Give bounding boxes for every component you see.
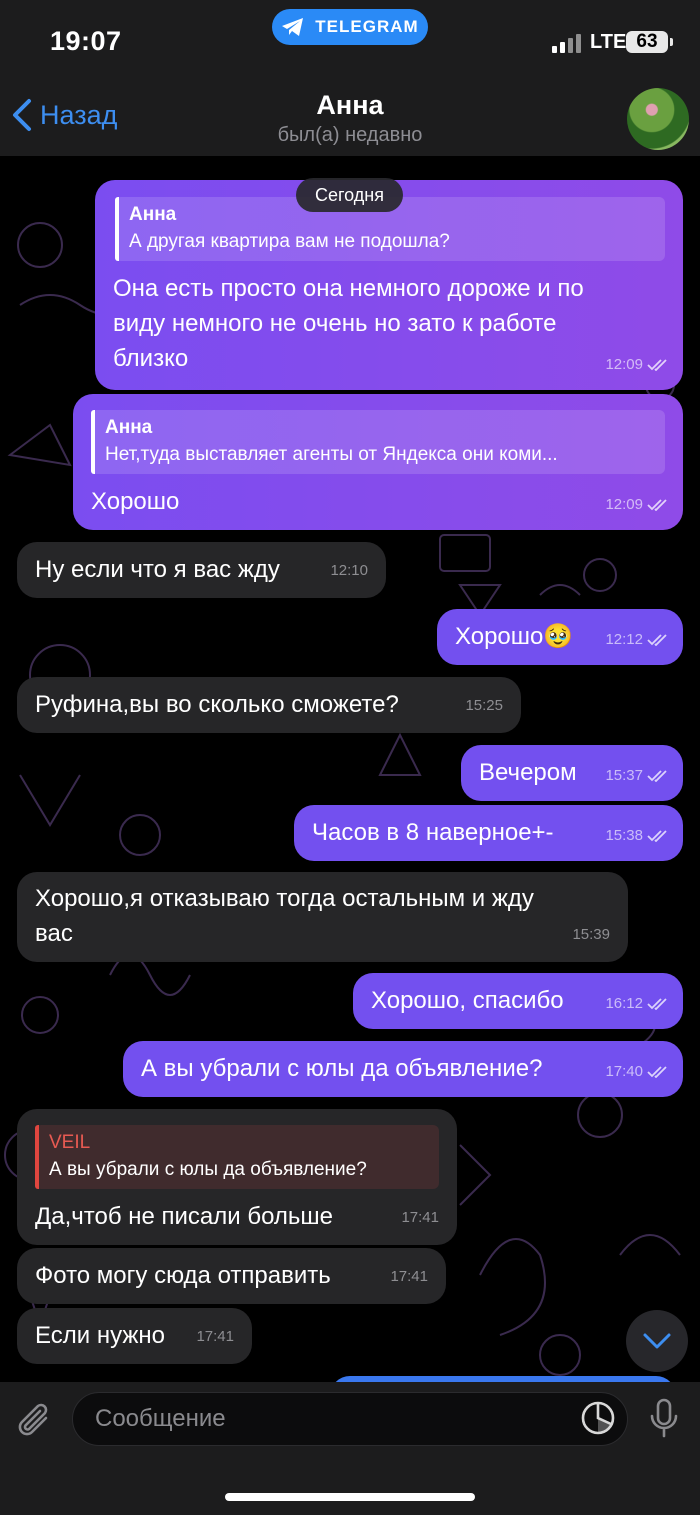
reply-text: А другая квартира вам не подошла?	[129, 231, 450, 252]
message-text: Руфина,вы во сколько сможете?	[35, 691, 399, 718]
message-meta: 15:39	[572, 917, 610, 952]
message-time: 17:41	[401, 1209, 439, 1226]
message-bubble-outgoing[interactable]: Хорошо🥹 12:12	[437, 609, 683, 665]
double-check-icon	[647, 829, 667, 842]
telegram-pill-label: TELEGRAM	[315, 17, 419, 36]
message-bubble-incoming[interactable]: Фото могу сюда отправить 17:41	[17, 1248, 446, 1304]
message-meta: 17:41	[196, 1319, 234, 1354]
status-bar: 19:07 TELEGRAM LTE 63	[0, 0, 700, 88]
date-separator: Сегодня	[296, 178, 403, 212]
message-time: 12:09	[605, 356, 643, 373]
home-indicator	[225, 1493, 475, 1501]
message-text: Хорошо🥹	[455, 623, 574, 650]
message-bubble-incoming[interactable]: Если нужно 17:41	[17, 1308, 252, 1364]
message-time: 15:38	[605, 827, 643, 844]
sticker-icon	[581, 1401, 615, 1435]
avatar[interactable]	[627, 88, 689, 150]
message-time: 15:39	[572, 926, 610, 943]
mic-button[interactable]	[648, 1398, 680, 1445]
message-meta: 17:41	[401, 1200, 439, 1235]
message-bubble-incoming[interactable]: Руфина,вы во сколько сможете? 15:25	[17, 677, 521, 733]
back-button[interactable]: Назад	[12, 98, 117, 132]
scroll-down-button[interactable]	[626, 1310, 688, 1372]
double-check-icon	[647, 769, 667, 782]
reply-author: VEIL	[49, 1132, 91, 1153]
message-line: виду немного не очень но зато к работе	[113, 310, 557, 337]
message-meta: 16:12	[605, 986, 669, 1021]
message-text: А вы убрали с юлы да объявление?	[141, 1055, 543, 1082]
message-meta: 15:38	[605, 818, 669, 853]
message-text: Да,чтоб не писали больше	[35, 1203, 334, 1230]
double-check-icon	[647, 997, 667, 1010]
message-text: Если нужно	[35, 1322, 165, 1349]
message-line: близко	[113, 345, 189, 372]
chat-header: Анна был(а) недавно Назад	[0, 88, 700, 156]
message-time: 17:41	[196, 1328, 234, 1345]
message-meta: 12:09	[605, 487, 669, 522]
battery-icon: 63	[626, 31, 673, 53]
message-text: Ну если что я вас жду	[35, 556, 280, 583]
double-check-icon	[647, 1065, 667, 1078]
back-label: Назад	[40, 99, 118, 130]
message-text: Вечером	[479, 759, 577, 786]
message-text: Часов в 8 наверное+-	[312, 819, 554, 846]
message-text: Хорошо	[91, 488, 180, 515]
message-bubble-outgoing[interactable]: Анна Нет,туда выставляет агенты от Яндек…	[73, 394, 683, 530]
message-time: 12:10	[330, 562, 368, 579]
message-input[interactable]: Сообщение	[72, 1392, 628, 1446]
double-check-icon	[647, 358, 667, 371]
message-bubble-incoming[interactable]: VEIL А вы убрали с юлы да объявление? Да…	[17, 1109, 457, 1245]
chevron-down-icon	[643, 1333, 671, 1349]
message-input-bar: Сообщение	[0, 1382, 700, 1515]
reply-text: А вы убрали с юлы да объявление?	[49, 1159, 367, 1180]
message-time: 17:41	[390, 1268, 428, 1285]
reply-author: Анна	[105, 417, 153, 438]
message-meta: 17:40	[605, 1054, 669, 1089]
microphone-icon	[650, 1398, 678, 1438]
reply-quote[interactable]: Анна Нет,туда выставляет агенты от Яндек…	[91, 410, 665, 474]
message-meta: 17:41	[390, 1259, 428, 1294]
telegram-icon	[282, 18, 304, 36]
message-bubble-outgoing[interactable]: Часов в 8 наверное+- 15:38	[294, 805, 683, 861]
reply-quote[interactable]: VEIL А вы убрали с юлы да объявление?	[35, 1125, 439, 1189]
signal-icon	[552, 34, 581, 53]
message-bubble-incoming[interactable]: Хорошо,я отказываю тогда остальным и жду…	[17, 872, 628, 962]
message-time: 15:37	[605, 767, 643, 784]
message-bubble-incoming[interactable]: Ну если что я вас жду 12:10	[17, 542, 386, 598]
message-meta: 12:12	[605, 622, 669, 657]
message-meta: 15:37	[605, 758, 669, 793]
chevron-left-icon	[13, 99, 31, 131]
network-label: LTE	[590, 31, 627, 53]
message-meta: 12:09	[605, 347, 669, 382]
message-bubble-outgoing[interactable]: А вы убрали с юлы да объявление? 17:40	[123, 1041, 683, 1097]
attach-button[interactable]	[16, 1400, 54, 1445]
message-bubble-outgoing[interactable]: Хорошо, спасибо 16:12	[353, 973, 683, 1029]
message-line: Она есть просто она немного дороже и по	[113, 275, 584, 302]
telegram-pill[interactable]: TELEGRAM	[272, 9, 428, 45]
message-time: 15:25	[465, 697, 503, 714]
sticker-button[interactable]	[580, 1400, 616, 1441]
double-check-icon	[647, 633, 667, 646]
reply-text: Нет,туда выставляет агенты от Яндекса он…	[105, 444, 558, 465]
paperclip-icon	[18, 1403, 48, 1436]
message-line: Хорошо,я отказываю тогда остальным и жду	[35, 885, 534, 912]
message-text: Фото могу сюда отправить	[35, 1262, 331, 1289]
message-time: 12:12	[605, 631, 643, 648]
message-meta: 15:25	[465, 688, 503, 723]
message-bubble-outgoing[interactable]: Вечером 15:37	[461, 745, 683, 801]
message-time: 17:40	[605, 1063, 643, 1080]
message-text: Она есть просто она немного дороже и по …	[113, 271, 665, 376]
message-text: Хорошо, спасибо	[371, 987, 564, 1014]
message-meta: 12:10	[330, 553, 368, 588]
status-time: 19:07	[50, 26, 122, 56]
message-time: 16:12	[605, 995, 643, 1012]
message-input-placeholder: Сообщение	[95, 1405, 226, 1432]
double-check-icon	[647, 498, 667, 511]
message-line: вас	[35, 920, 73, 947]
message-time: 12:09	[605, 496, 643, 513]
